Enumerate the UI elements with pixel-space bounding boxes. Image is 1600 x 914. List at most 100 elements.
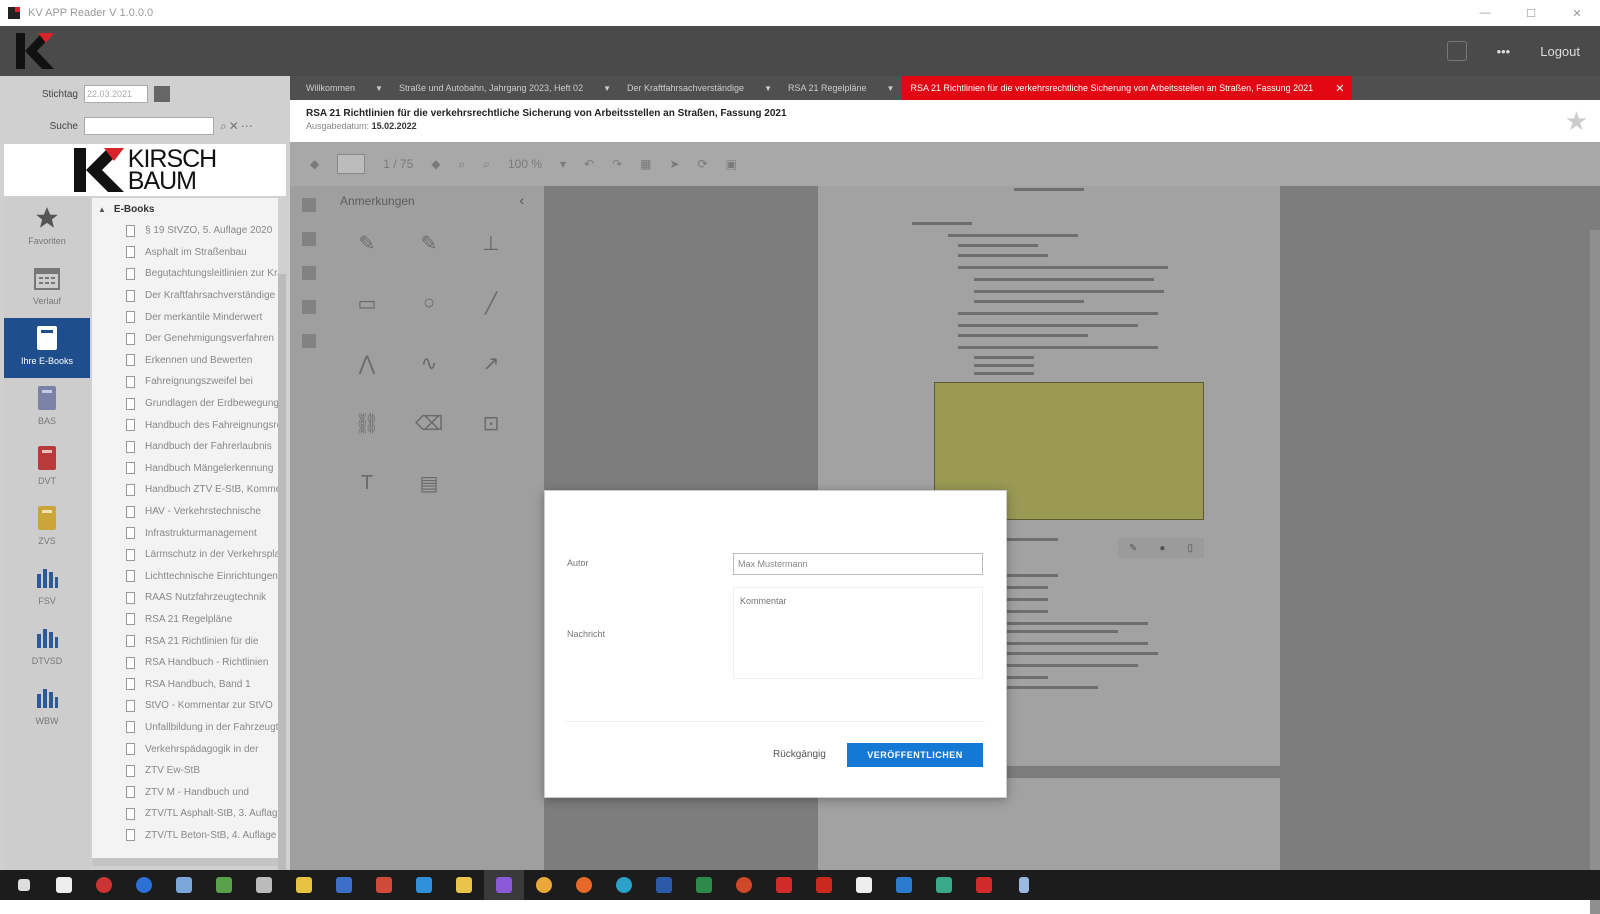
nav-dvt[interactable]: DVT	[4, 438, 90, 498]
message-textarea[interactable]	[733, 587, 983, 679]
tree-horizontal-scrollbar[interactable]	[92, 858, 278, 866]
search-options-icon[interactable]: ⋯	[241, 119, 253, 133]
taskbar-app-icon[interactable]	[884, 870, 924, 900]
fullscreen-icon[interactable]	[1446, 41, 1467, 61]
chevron-down-icon[interactable]: ▼	[764, 84, 772, 93]
link-tool-icon[interactable]: ⛓	[348, 404, 386, 442]
tree-item[interactable]: HAV - Verkehrstechnische	[92, 501, 278, 523]
tree-item[interactable]: Der Genehmigungsverfahren	[92, 328, 278, 350]
tree-item[interactable]: RAAS Nutzfahrzeugtechnik	[92, 587, 278, 609]
freehand-tool-icon[interactable]: ∿	[410, 344, 448, 382]
page-number-input[interactable]	[337, 154, 366, 174]
tree-item[interactable]: RSA Handbuch - Richtlinien	[92, 652, 278, 674]
nav-favorites[interactable]: Favoriten	[4, 198, 90, 258]
taskbar-app-icon[interactable]	[1004, 870, 1044, 900]
nav-fsv[interactable]: FSV	[4, 558, 90, 618]
taskbar-app-icon[interactable]	[404, 870, 444, 900]
edit-icon[interactable]	[302, 300, 316, 314]
stamp-tool-icon[interactable]: ⊥	[472, 224, 510, 262]
taskbar-app-icon[interactable]	[124, 870, 164, 900]
chevron-down-icon[interactable]: ▼	[887, 84, 895, 93]
tree-item[interactable]: RSA Handbuch, Band 1	[92, 673, 278, 695]
taskbar-app-icon[interactable]	[324, 870, 364, 900]
highlight-tool-icon[interactable]: ✎	[348, 224, 386, 262]
tree-root[interactable]: ▲ E-Books	[92, 198, 278, 220]
zoom-in-icon[interactable]: ⌕	[483, 157, 490, 172]
tree-item[interactable]: Verkehrspädagogik in der	[92, 738, 278, 760]
taskbar-app-icon[interactable]	[204, 870, 244, 900]
line-tool-icon[interactable]: ╱	[472, 284, 510, 322]
eraser-tool-icon[interactable]: ⌫	[410, 404, 448, 442]
close-window-icon[interactable]: ✕	[1554, 0, 1600, 26]
tree-item[interactable]: Asphalt im Straßenbau	[92, 242, 278, 264]
tree-item[interactable]: Begutachtungsleitlinien zur Kraftfahrere…	[92, 263, 278, 285]
calendar-icon[interactable]	[154, 86, 170, 102]
grid-icon[interactable]	[302, 198, 316, 212]
more-menu-button[interactable]: •••	[1497, 44, 1511, 59]
tree-item[interactable]: ZTV/TL Beton-StB, 4. Auflage	[92, 825, 278, 847]
taskbar-app-icon[interactable]	[284, 870, 324, 900]
tree-item[interactable]: Infrastrukturmanagement	[92, 522, 278, 544]
search-input[interactable]	[84, 117, 214, 135]
pointer-icon[interactable]: ➤	[670, 157, 680, 171]
tree-item[interactable]: Handbuch der Fahrerlaubnis	[92, 436, 278, 458]
tree-item[interactable]: Handbuch des Fahreignungsrechts	[92, 414, 278, 436]
tab-rsa21-regelplaene[interactable]: RSA 21 Regelpläne ▼	[780, 76, 902, 100]
publish-button[interactable]: VERÖFFENTLICHEN	[847, 743, 983, 767]
tree-item[interactable]: Grundlagen der Erdbewegung	[92, 393, 278, 415]
previous-page-icon[interactable]: ◆	[310, 157, 319, 171]
ellipse-tool-icon[interactable]: ○	[410, 284, 448, 322]
taskbar-app-icon[interactable]	[164, 870, 204, 900]
chevron-down-icon[interactable]: ▾	[560, 157, 566, 171]
polyline-tool-icon[interactable]: ⋀	[348, 344, 386, 382]
taskbar-app-icon[interactable]	[804, 870, 844, 900]
nav-my-ebooks[interactable]: Ihre E-Books	[4, 318, 90, 378]
taskbar-app-icon[interactable]	[84, 870, 124, 900]
fit-page-icon[interactable]: ▦	[640, 157, 651, 171]
maximize-icon[interactable]: ☐	[1508, 0, 1554, 26]
logout-button[interactable]: Logout	[1540, 44, 1580, 59]
tree-item[interactable]: Erkennen und Bewerten	[92, 350, 278, 372]
kirschbaum-logo-icon[interactable]	[16, 33, 54, 69]
nav-zvs[interactable]: ZVS	[4, 498, 90, 558]
tab-strasse-autobahn[interactable]: Straße und Autobahn, Jahrgang 2023, Heft…	[391, 76, 619, 100]
taskbar-app-icon[interactable]	[724, 870, 764, 900]
taskbar-app-icon[interactable]	[524, 870, 564, 900]
undo-button[interactable]: Rückgängig	[773, 749, 826, 760]
tree-item[interactable]: Lichttechnische Einrichtungen	[92, 566, 278, 588]
taskbar-app-icon[interactable]	[964, 870, 1004, 900]
measure-tool-icon[interactable]: ⊡	[472, 404, 510, 442]
next-page-icon[interactable]: ◆	[431, 157, 440, 171]
rectangle-tool-icon[interactable]: ▭	[348, 284, 386, 322]
tree-item[interactable]: ZTV Ew-StB	[92, 760, 278, 782]
tree-item[interactable]: Handbuch ZTV E-StB, Kommentar	[92, 479, 278, 501]
document-scrollbar[interactable]	[1590, 230, 1600, 914]
tree-item[interactable]: Lärmschutz in der Verkehrsplanung	[92, 544, 278, 566]
nav-wbw[interactable]: WBW	[4, 678, 90, 738]
collapse-triangle-icon[interactable]: ▲	[98, 205, 106, 214]
taskbar-app-icon[interactable]	[844, 870, 884, 900]
tree-item[interactable]: § 19 StVZO, 5. Auflage 2020	[92, 220, 278, 242]
tree-item[interactable]: Handbuch Mängelerkennung	[92, 458, 278, 480]
tree-item[interactable]: ZTV/TL Asphalt-StB, 3. Auflage	[92, 803, 278, 825]
chevron-down-icon[interactable]: ▼	[603, 84, 611, 93]
arrow-tool-icon[interactable]: ↗	[472, 344, 510, 382]
clear-search-icon[interactable]: ✕	[229, 119, 239, 133]
nav-dtvsd[interactable]: DTVSD	[4, 618, 90, 678]
note-tool-icon[interactable]: ▤	[410, 464, 448, 502]
taskbar-app-icon[interactable]	[684, 870, 724, 900]
taskbar-app-icon[interactable]	[764, 870, 804, 900]
rotate-right-icon[interactable]: ↷	[612, 157, 622, 171]
taskbar-app-icon[interactable]	[924, 870, 964, 900]
edit-icon[interactable]: ✎	[1129, 543, 1137, 554]
taskbar-app-icon[interactable]	[44, 870, 84, 900]
minimize-icon[interactable]: —	[1462, 0, 1508, 26]
taskbar-app-icon[interactable]	[564, 870, 604, 900]
refresh-icon[interactable]: ⟳	[698, 157, 708, 171]
tree-item[interactable]: RSA 21 Regelpläne	[92, 609, 278, 631]
taskbar-app-icon[interactable]	[444, 870, 484, 900]
search-icon[interactable]	[302, 266, 316, 280]
tree-item[interactable]: Der Kraftfahrsachverständige	[92, 285, 278, 307]
search-icon[interactable]: ⌕	[220, 119, 227, 134]
taskbar-app-icon[interactable]	[364, 870, 404, 900]
